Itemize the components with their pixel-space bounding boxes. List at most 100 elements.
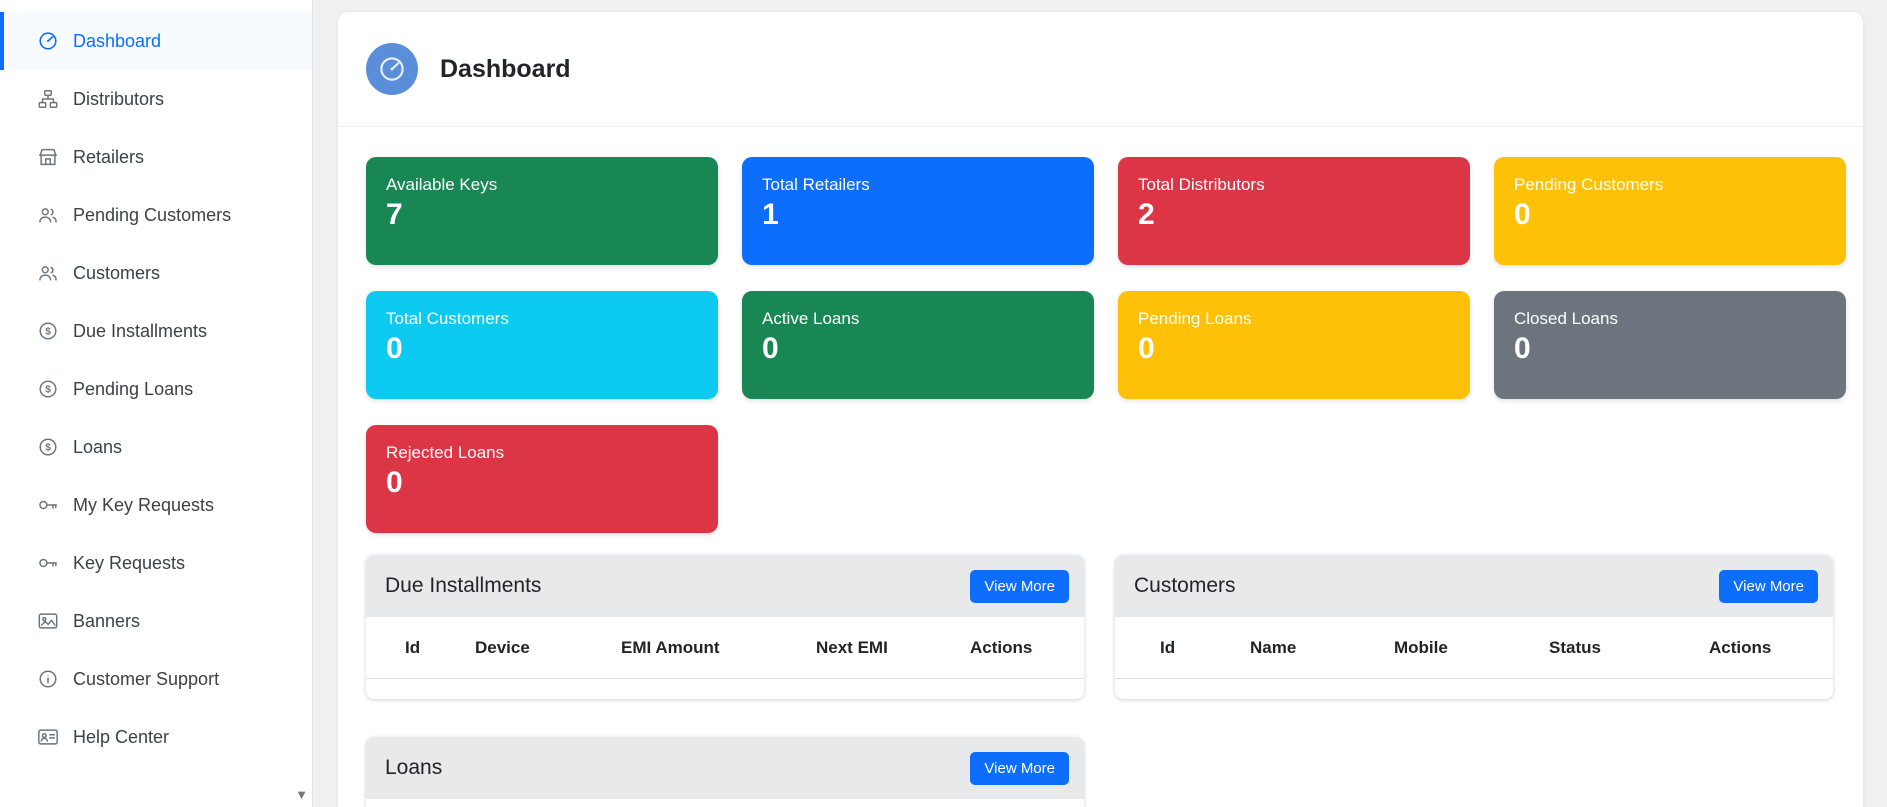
empty-table-body: [366, 799, 1084, 807]
sidebar-item-label: My Key Requests: [73, 495, 214, 516]
stat-value: 0: [386, 332, 698, 367]
column-header: Id: [1160, 638, 1250, 658]
stat-label: Pending Customers: [1514, 175, 1826, 195]
sidebar-item-label: Loans: [73, 437, 122, 458]
sidebar-item-help-center[interactable]: Help Center: [0, 708, 312, 766]
stat-card-closed-loans: Closed Loans 0: [1494, 291, 1846, 399]
key-icon: [37, 552, 59, 574]
stat-value: 7: [386, 198, 698, 233]
dollar-icon: [37, 436, 59, 458]
sidebar-item-customer-support[interactable]: Customer Support: [0, 650, 312, 708]
sidebar-item-key-requests[interactable]: Key Requests: [0, 534, 312, 592]
sidebar-item-due-installments[interactable]: Due Installments: [0, 302, 312, 360]
view-more-button[interactable]: View More: [970, 570, 1069, 603]
sidebar-item-label: Help Center: [73, 727, 169, 748]
stat-value: 1: [762, 198, 1074, 233]
sidebar-item-label: Customers: [73, 263, 160, 284]
panels-row-1: Due Installments View More Id Device EMI…: [338, 555, 1863, 699]
sidebar-item-label: Retailers: [73, 147, 144, 168]
sidebar-item-pending-loans[interactable]: Pending Loans: [0, 360, 312, 418]
column-header: Mobile: [1394, 638, 1549, 658]
stat-card-available-keys: Available Keys 7: [366, 157, 718, 265]
sidebar-item-label: Distributors: [73, 89, 164, 110]
view-more-button[interactable]: View More: [1719, 570, 1818, 603]
column-header: Device: [475, 638, 621, 658]
stat-card-pending-loans: Pending Loans 0: [1118, 291, 1470, 399]
customers-panel: Customers View More Id Name Mobile Statu…: [1115, 555, 1833, 699]
column-header: Id: [405, 638, 475, 658]
stat-label: Available Keys: [386, 175, 698, 195]
sidebar-item-banners[interactable]: Banners: [0, 592, 312, 650]
panel-title: Due Installments: [385, 574, 541, 598]
stat-label: Rejected Loans: [386, 443, 698, 463]
info-icon: [37, 668, 59, 690]
stat-label: Total Distributors: [1138, 175, 1450, 195]
column-header: EMI Amount: [621, 638, 816, 658]
sidebar-item-retailers[interactable]: Retailers: [0, 128, 312, 186]
column-header: Actions: [1709, 638, 1833, 658]
sidebar: Dashboard Distributors Retailers Pending…: [0, 0, 313, 807]
column-header: Next EMI: [816, 638, 970, 658]
stat-label: Total Customers: [386, 309, 698, 329]
stat-card-pending-customers: Pending Customers 0: [1494, 157, 1846, 265]
sidebar-item-my-key-requests[interactable]: My Key Requests: [0, 476, 312, 534]
sidebar-item-customers[interactable]: Customers: [0, 244, 312, 302]
sidebar-item-label: Key Requests: [73, 553, 185, 574]
sidebar-item-loans[interactable]: Loans: [0, 418, 312, 476]
sidebar-item-label: Customer Support: [73, 669, 219, 690]
empty-table-body: [366, 679, 1084, 699]
panel-header: Loans View More: [366, 737, 1084, 799]
key-icon: [37, 494, 59, 516]
users-icon: [37, 204, 59, 226]
stat-card-rejected-loans: Rejected Loans 0: [366, 425, 718, 533]
table-header-row: Id Name Mobile Status Actions: [1115, 617, 1833, 679]
view-more-button[interactable]: View More: [970, 752, 1069, 785]
table-header-row: Id Device EMI Amount Next EMI Actions: [366, 617, 1084, 679]
speedometer-icon: [37, 30, 59, 52]
stat-label: Active Loans: [762, 309, 1074, 329]
speedometer-icon: [377, 54, 407, 84]
store-icon: [37, 146, 59, 168]
stat-label: Closed Loans: [1514, 309, 1826, 329]
column-header: Status: [1549, 638, 1709, 658]
sidebar-item-label: Pending Loans: [73, 379, 193, 400]
stat-value: 0: [1514, 332, 1826, 367]
sidebar-item-distributors[interactable]: Distributors: [0, 70, 312, 128]
dashboard-avatar: [366, 43, 418, 95]
sidebar-item-dashboard[interactable]: Dashboard: [0, 12, 312, 70]
main-content: Dashboard Available Keys 7 Total Retaile…: [313, 0, 1887, 807]
app-root: Dashboard Distributors Retailers Pending…: [0, 0, 1887, 807]
sidebar-item-label: Dashboard: [73, 31, 161, 52]
stat-value: 0: [386, 466, 698, 501]
image-icon: [37, 610, 59, 632]
panels-row-2: Loans View More: [338, 737, 1863, 807]
sidebar-item-label: Banners: [73, 611, 140, 632]
stat-label: Pending Loans: [1138, 309, 1450, 329]
panel-header: Customers View More: [1115, 555, 1833, 617]
column-header: Actions: [970, 638, 1084, 658]
stat-value: 2: [1138, 198, 1450, 233]
stat-value: 0: [762, 332, 1074, 367]
panel-title: Loans: [385, 756, 442, 780]
panel-title: Customers: [1134, 574, 1236, 598]
stat-card-total-customers: Total Customers 0: [366, 291, 718, 399]
column-header: Name: [1250, 638, 1394, 658]
stat-card-total-retailers: Total Retailers 1: [742, 157, 1094, 265]
id-card-icon: [37, 726, 59, 748]
sidebar-item-label: Due Installments: [73, 321, 207, 342]
stat-value: 0: [1138, 332, 1450, 367]
page-header: Dashboard: [338, 12, 1863, 126]
sitemap-icon: [37, 88, 59, 110]
sidebar-item-pending-customers[interactable]: Pending Customers: [0, 186, 312, 244]
dollar-icon: [37, 378, 59, 400]
panel-header: Due Installments View More: [366, 555, 1084, 617]
chevron-down-icon[interactable]: ▼: [295, 788, 308, 801]
dashboard-card: Dashboard Available Keys 7 Total Retaile…: [338, 12, 1863, 807]
page-title: Dashboard: [440, 55, 571, 84]
empty-table-body: [1115, 679, 1833, 699]
due-installments-panel: Due Installments View More Id Device EMI…: [366, 555, 1084, 699]
stats-grid: Available Keys 7 Total Retailers 1 Total…: [338, 127, 1863, 533]
stat-value: 0: [1514, 198, 1826, 233]
stat-card-total-distributors: Total Distributors 2: [1118, 157, 1470, 265]
stat-label: Total Retailers: [762, 175, 1074, 195]
